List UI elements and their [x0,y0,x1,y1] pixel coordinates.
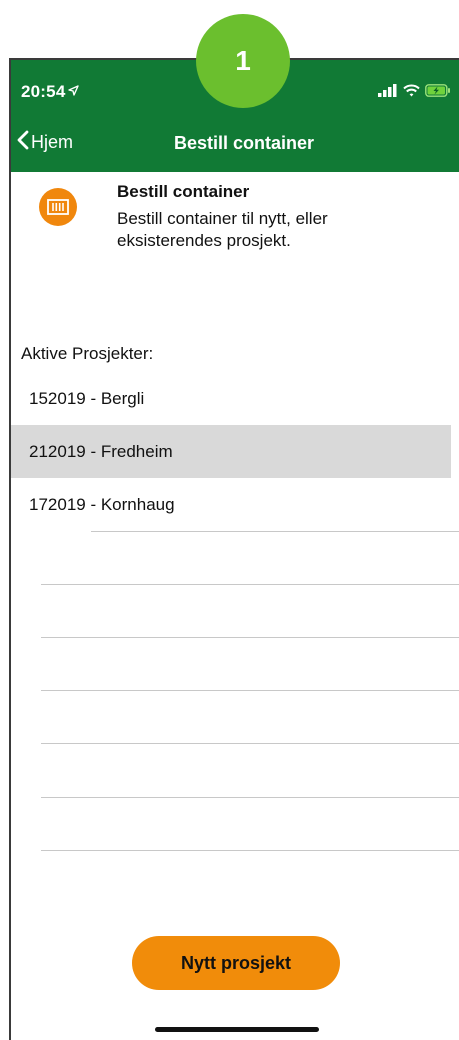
step-badge: 1 [196,14,290,108]
project-row-selected[interactable]: 212019 - Fredheim [11,425,451,478]
list-separator [41,584,459,585]
status-time-text: 20:54 [21,82,66,101]
project-list: 152019 - Bergli 212019 - Fredheim 172019… [11,372,459,851]
screen: 20:54 Hjem Bestill container Bestill con… [0,0,459,1040]
list-separator [41,690,459,691]
list-separator [41,743,459,744]
signal-icon [378,84,398,102]
list-separator [41,637,459,638]
project-row[interactable]: 152019 - Bergli [11,372,459,425]
list-separator [41,797,459,798]
home-indicator [155,1027,319,1032]
navigation-bar: Hjem Bestill container [11,118,459,172]
status-icons [378,84,451,102]
page-title: Bestill container [173,133,315,153]
project-label: 172019 - Kornhaug [29,494,175,514]
info-card: Bestill container Bestill container til … [11,172,459,292]
card-title: Bestill container [117,182,250,201]
list-separator [91,531,459,532]
phone-frame: 20:54 Hjem Bestill container Bestill con… [9,58,459,1040]
projects-section-label: Aktive Prosjekter: [21,344,154,363]
project-label: 212019 - Fredheim [29,441,173,461]
status-time: 20:54 [21,82,80,102]
wifi-icon [403,84,420,102]
project-row[interactable]: 172019 - Kornhaug [11,478,459,531]
new-project-button[interactable]: Nytt prosjekt [132,936,340,990]
card-description: Bestill container til nytt, eller eksist… [117,209,328,250]
location-arrow-icon [68,85,80,99]
container-icon [39,188,77,226]
battery-charging-icon [425,84,451,102]
project-label: 152019 - Bergli [29,388,145,408]
list-separator [41,850,459,851]
